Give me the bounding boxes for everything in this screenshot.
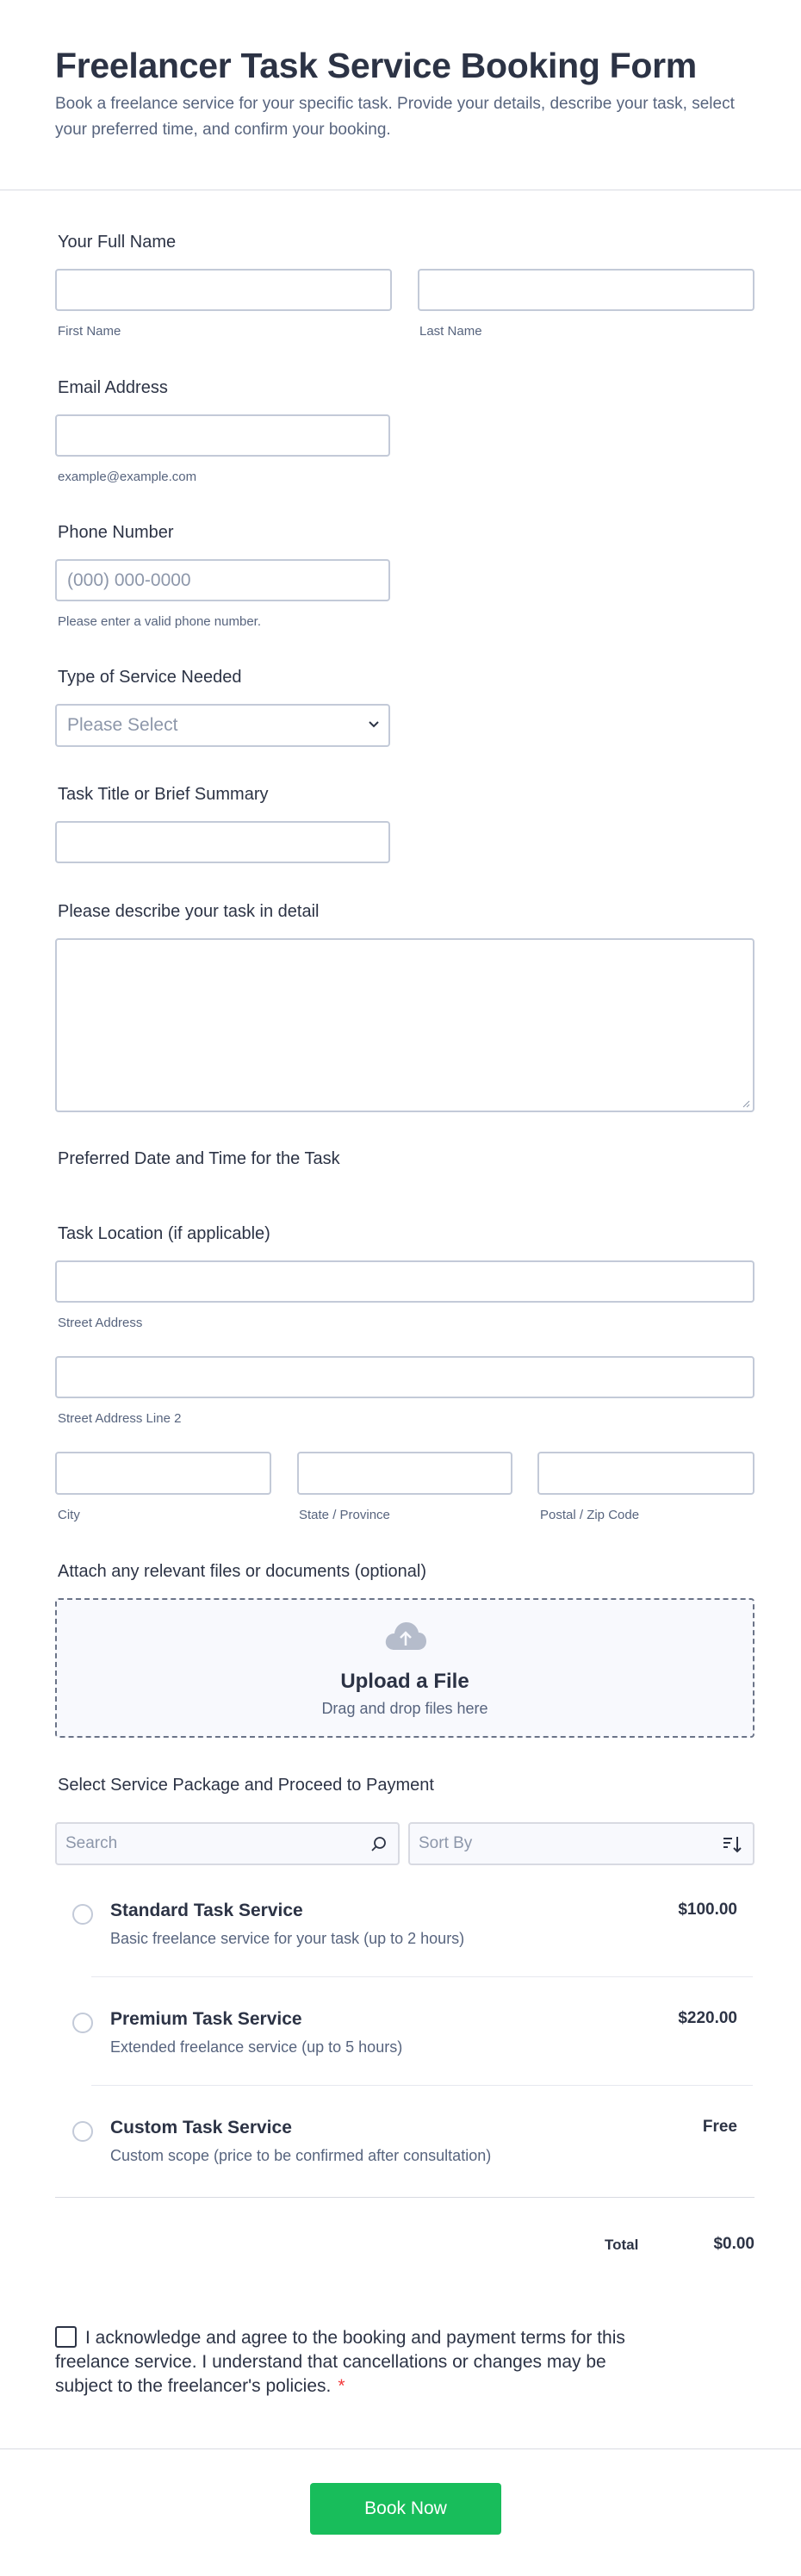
state-input[interactable] bbox=[297, 1452, 512, 1495]
form-header: Freelancer Task Service Booking Form Boo… bbox=[0, 0, 801, 190]
email-sublabel: example@example.com bbox=[58, 470, 197, 484]
last-name-input[interactable] bbox=[418, 269, 754, 311]
resize-handle-icon[interactable] bbox=[742, 1099, 750, 1108]
search-placeholder: Search bbox=[65, 1834, 118, 1852]
product-name: Standard Task Service bbox=[110, 1901, 303, 1920]
service-type-label: Type of Service Needed bbox=[58, 668, 242, 687]
preferred-datetime-label: Preferred Date and Time for the Task bbox=[58, 1149, 340, 1168]
service-type-selected: Please Select bbox=[67, 715, 178, 735]
product-price: Free bbox=[702, 2118, 737, 2136]
email-label: Email Address bbox=[58, 378, 168, 397]
required-asterisk: * bbox=[338, 2376, 345, 2396]
full-name-label: Your Full Name bbox=[58, 233, 177, 252]
product-name: Custom Task Service bbox=[110, 2118, 292, 2137]
phone-sublabel: Please enter a valid phone number. bbox=[58, 614, 261, 629]
footer-divider bbox=[0, 2448, 801, 2449]
street-address-line2-input[interactable] bbox=[55, 1356, 754, 1398]
phone-input[interactable]: (000) 000-0000 bbox=[55, 559, 390, 601]
product-description: Custom scope (price to be confirmed afte… bbox=[110, 2147, 492, 2164]
sort-icon bbox=[723, 1837, 742, 1853]
street-address-input[interactable] bbox=[55, 1260, 754, 1303]
sort-placeholder: Sort By bbox=[419, 1834, 473, 1852]
form-title: Freelancer Task Service Booking Form bbox=[55, 46, 697, 85]
search-icon bbox=[371, 1837, 386, 1851]
cloud-upload-icon bbox=[385, 1622, 426, 1650]
task-title-label: Task Title or Brief Summary bbox=[58, 785, 269, 804]
city-input[interactable] bbox=[55, 1452, 271, 1495]
location-label: Task Location (if applicable) bbox=[58, 1224, 270, 1243]
file-upload-dropzone[interactable]: Upload a File Drag and drop files here bbox=[55, 1598, 754, 1738]
product-description: Basic freelance service for your task (u… bbox=[110, 1930, 465, 1947]
upload-subtitle: Drag and drop files here bbox=[321, 1700, 488, 1717]
terms-checkbox[interactable] bbox=[55, 2326, 77, 2348]
total-divider bbox=[55, 2197, 754, 2198]
total-value: $0.00 bbox=[713, 2235, 754, 2253]
chevron-down-icon bbox=[369, 721, 379, 728]
first-name-input[interactable] bbox=[55, 269, 392, 311]
phone-placeholder: (000) 000-0000 bbox=[67, 570, 191, 590]
form-description: Book a freelance service for your specif… bbox=[55, 95, 735, 139]
product-price: $100.00 bbox=[678, 1901, 737, 1919]
product-price: $220.00 bbox=[678, 2009, 737, 2027]
book-now-button[interactable]: Book Now bbox=[310, 2483, 501, 2535]
upload-title: Upload a File bbox=[340, 1670, 469, 1693]
product-name: Premium Task Service bbox=[110, 2009, 302, 2029]
total-label: Total bbox=[605, 2237, 639, 2253]
service-type-select[interactable]: Please Select bbox=[55, 704, 390, 747]
email-input[interactable] bbox=[55, 414, 390, 457]
product-radio[interactable] bbox=[72, 1904, 93, 1925]
task-description-textarea[interactable] bbox=[55, 938, 754, 1112]
terms-checkbox-group: I acknowledge and agree to the booking a… bbox=[55, 2326, 658, 2399]
zip-input[interactable] bbox=[537, 1452, 754, 1495]
product-divider bbox=[91, 1976, 753, 1977]
street-address-line2-sublabel: Street Address Line 2 bbox=[58, 1411, 182, 1426]
product-divider bbox=[91, 2085, 753, 2086]
product-radio[interactable] bbox=[72, 2013, 93, 2033]
last-name-sublabel: Last Name bbox=[419, 324, 482, 339]
street-address-sublabel: Street Address bbox=[58, 1316, 143, 1330]
product-search-input[interactable]: Search bbox=[55, 1822, 400, 1865]
task-title-input[interactable] bbox=[55, 821, 390, 863]
city-sublabel: City bbox=[58, 1508, 80, 1522]
sort-by-select[interactable]: Sort By bbox=[408, 1822, 754, 1865]
upload-label: Attach any relevant files or documents (… bbox=[58, 1562, 426, 1581]
phone-label: Phone Number bbox=[58, 523, 174, 542]
product-description: Extended freelance service (up to 5 hour… bbox=[110, 2038, 403, 2056]
first-name-sublabel: First Name bbox=[58, 324, 121, 339]
product-radio[interactable] bbox=[72, 2121, 93, 2142]
payment-label: Select Service Package and Proceed to Pa… bbox=[58, 1776, 434, 1795]
zip-sublabel: Postal / Zip Code bbox=[540, 1508, 640, 1522]
state-sublabel: State / Province bbox=[299, 1508, 390, 1522]
task-description-label: Please describe your task in detail bbox=[58, 902, 320, 921]
